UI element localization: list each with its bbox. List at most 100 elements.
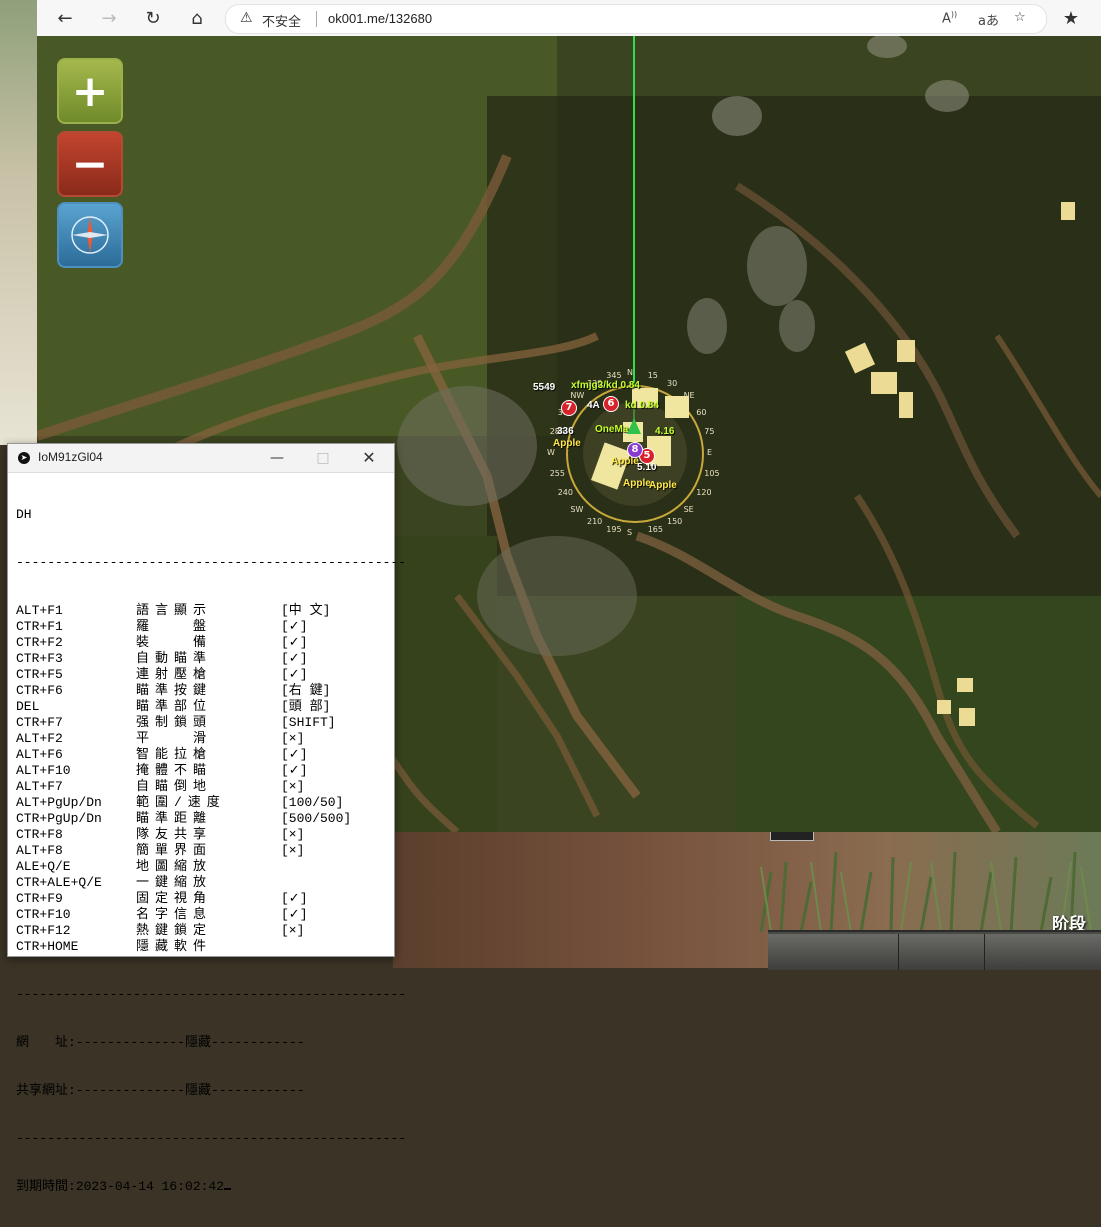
hotkey-key: CTR+HOME (16, 939, 79, 954)
compass-tick: 150 (667, 517, 683, 527)
warning-icon: ⚠ (240, 10, 253, 26)
hotkey-key: ALT+PgUp/Dn (16, 795, 102, 810)
hotkey-row: ALT+F10 掩體不瞄 [✓] (16, 763, 386, 779)
hotkey-feature: 瞄準部位 (136, 699, 213, 714)
compass-tick: NW (570, 391, 585, 401)
hotkey-feature: 範圍/速度 (136, 795, 226, 810)
translate-icon[interactable]: aあ (978, 10, 999, 29)
browser-toolbar: ← → ↻ ⌂ ⚠ 不安全 ok001.me/132680 A)) aあ ☆ ★ (37, 0, 1101, 37)
hotkey-feature: 隊友共享 (136, 827, 213, 842)
compass-tick: 240 (557, 488, 573, 497)
refresh-icon[interactable]: ↻ (139, 4, 167, 32)
console-divider: ----------------------------------------… (16, 987, 407, 1002)
hotkey-row: CTR+F2 裝 備 [✓] (16, 635, 386, 651)
player-tag: Apple (649, 480, 677, 491)
hotkey-feature: 名字信息 (136, 907, 213, 922)
hotkey-row: CTR+F9 固定視角 [✓] (16, 891, 386, 907)
compass-button[interactable] (57, 202, 123, 268)
player-tag: 4.16 (655, 426, 675, 437)
stone-bar (768, 930, 1101, 970)
address-bar[interactable]: ⚠ 不安全 ok001.me/132680 A)) aあ ☆ (225, 4, 1047, 34)
text-cursor (224, 1188, 232, 1190)
close-icon[interactable]: ✕ (354, 447, 384, 469)
hotkey-feature: 瞄準距離 (136, 811, 213, 826)
hotkey-key: CTR+F6 (16, 683, 63, 698)
hotkey-row: CTR+F3 自動瞄準 [✓] (16, 651, 386, 667)
hotkey-key: ALE+Q/E (16, 859, 71, 874)
hotkey-key: CTR+F12 (16, 923, 71, 938)
compass-tick: 165 (647, 525, 663, 535)
cheat-console-window[interactable]: ➤ IoM91zGl04 — □ ✕ DH ------------------… (7, 443, 406, 1194)
hotkey-feature: 隱藏軟件 (136, 939, 213, 954)
favorite-add-icon[interactable]: ☆ (1014, 10, 1026, 25)
hotkey-key: ALT+F8 (16, 843, 63, 858)
hotkey-feature: 自動瞄準 (136, 651, 213, 666)
hotkey-value: [✓] (281, 651, 308, 666)
hotkey-key: CTR+F1 (16, 619, 63, 634)
hotkey-value: [✓] (281, 667, 308, 682)
hotkey-value: [×] (281, 731, 305, 746)
minimize-icon[interactable]: — (262, 447, 292, 469)
hotkey-key: CTR+F3 (16, 651, 63, 666)
compass-tick: 210 (587, 517, 603, 527)
maximize-icon[interactable]: □ (308, 447, 338, 469)
hotkey-value: [100/50] (281, 795, 344, 810)
hotkey-key: ALT+F7 (16, 779, 63, 794)
player-tag: Apple (623, 478, 651, 489)
hotkey-feature: 智能拉槍 (136, 747, 213, 762)
hud-tab (770, 832, 814, 841)
hotkey-value: [×] (281, 779, 305, 794)
hotkey-key: ALT+F2 (16, 731, 63, 746)
zoom-in-button[interactable]: + (57, 58, 123, 124)
hotkey-feature: 掩體不瞄 (136, 763, 213, 778)
hotkey-key: CTR+F5 (16, 667, 63, 682)
player-tag: 4A (587, 400, 600, 411)
hotkey-row: ALT+F2 平 滑 [×] (16, 731, 386, 747)
expiry-line: 到期時間:2023-04-14 16:02:42 (16, 1179, 386, 1195)
console-titlebar[interactable]: ➤ IoM91zGl04 — □ ✕ (8, 444, 394, 473)
hotkey-feature: 自瞄倒地 (136, 779, 213, 794)
hotkey-value: [×] (281, 827, 305, 842)
console-divider: ----------------------------------------… (16, 1131, 407, 1146)
url-text: ok001.me/132680 (328, 11, 433, 26)
hotkey-row: CTR+HOME 隱藏軟件 (16, 939, 386, 955)
app-logo-icon: ➤ (18, 452, 30, 464)
hotkey-key: ALT+F10 (16, 763, 71, 778)
hotkey-row: DEL 瞄準部位 [頭 部] (16, 699, 386, 715)
read-aloud-icon[interactable]: A)) (942, 10, 957, 26)
compass-tick: N (627, 368, 633, 377)
grass-decoration (759, 851, 1092, 932)
hotkey-feature: 簡單界面 (136, 843, 213, 858)
hotkey-feature: 固定視角 (136, 891, 213, 906)
hotkey-row: CTR+F5 連射壓槍 [✓] (16, 667, 386, 683)
desktop-background (0, 0, 37, 445)
player-marker: 6 (603, 396, 619, 412)
hotkey-feature: 熱鍵鎖定 (136, 923, 213, 938)
hotkey-row: ALT+PgUp/Dn 範圍/速度 [100/50] (16, 795, 386, 811)
back-arrow-icon[interactable]: ← (51, 4, 79, 32)
hotkey-feature: 瞄準按鍵 (136, 683, 213, 698)
hotkey-value: [×] (281, 923, 305, 938)
hotkey-feature: 語言顯示 (136, 603, 213, 618)
hotkey-key: CTR+F2 (16, 635, 63, 650)
favorites-icon[interactable]: ★ (1057, 4, 1085, 32)
compass-tick: 195 (606, 525, 622, 535)
zoom-out-button[interactable]: − (57, 131, 123, 197)
compass-tick: 120 (696, 488, 712, 497)
hotkey-value: [✓] (281, 907, 308, 922)
forward-arrow-icon[interactable]: → (95, 4, 123, 32)
hotkey-key: CTR+F10 (16, 907, 71, 922)
hotkey-row: CTR+PgUp/Dn 瞄準距離 [500/500] (16, 811, 386, 827)
hotkey-value: [×] (281, 843, 305, 858)
console-header: DH (16, 507, 32, 522)
home-icon[interactable]: ⌂ (183, 4, 211, 32)
expiry-value: 2023-04-14 16:02:42 (75, 1179, 225, 1194)
player-tag: OneMa (595, 424, 629, 435)
compass-icon (71, 216, 109, 254)
hotkey-key: CTR+F8 (16, 827, 63, 842)
hotkey-key: CTR+ALE+Q/E (16, 875, 102, 890)
hotkey-value: [✓] (281, 763, 308, 778)
stone-segment (768, 934, 899, 970)
hotkey-list: ALT+F1 語言顯示 [中 文] CTR+F1 羅 盤 [✓] CTR+F2 裝 備 [✓] C… (16, 603, 386, 955)
hotkey-row: ALT+F7 自瞄倒地 [×] (16, 779, 386, 795)
